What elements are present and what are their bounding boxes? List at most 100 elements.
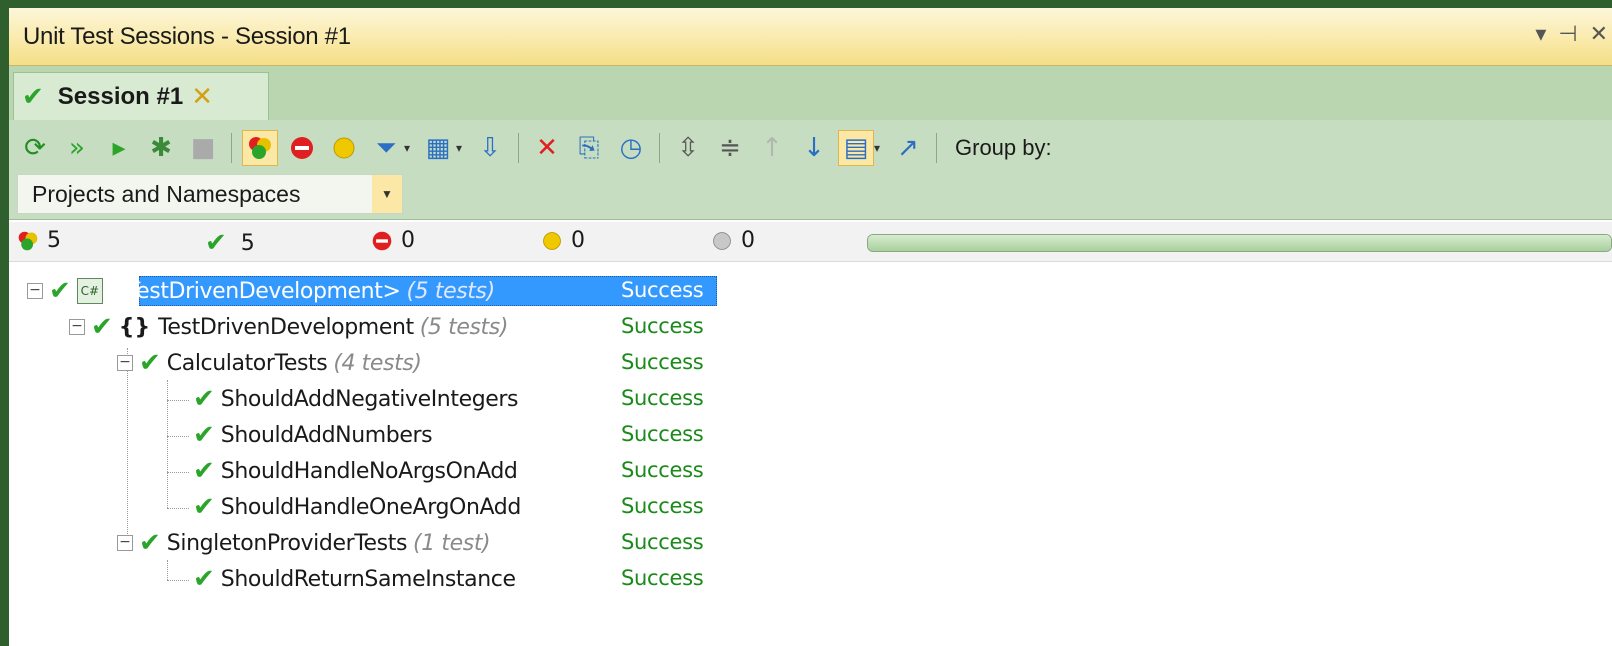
collapse-all-icon[interactable]: ≑ [712, 130, 748, 166]
filter-icon[interactable]: ⏷ [368, 130, 404, 166]
class-status: Success [621, 530, 704, 554]
tree-row-class[interactable]: − ✔ CalculatorTests (4 tests) [117, 346, 422, 380]
test-status: Success [621, 494, 704, 518]
test-name: ShouldHandleOneArgOnAdd [220, 494, 521, 520]
ignored-icon[interactable] [326, 130, 362, 166]
ignored-circle-icon [543, 231, 561, 250]
group-by-value: Projects and Namespaces [32, 180, 301, 207]
unknown-count: 0 [711, 228, 755, 253]
close-icon[interactable]: ✕ [191, 84, 213, 110]
test-name: ShouldAddNumbers [220, 422, 433, 448]
progress-bar [867, 234, 1612, 252]
collapse-toggle-icon[interactable]: − [69, 319, 85, 335]
tab-session-1[interactable]: ✔ Session #1 ✕ [13, 72, 269, 120]
history-icon[interactable]: ◷ [613, 130, 649, 166]
check-icon: ✔ [193, 492, 215, 522]
collapse-toggle-icon[interactable]: − [117, 355, 133, 371]
project-status: Success [621, 278, 704, 302]
next-icon[interactable]: ↓ [796, 130, 832, 166]
check-icon: ✔ [22, 81, 44, 112]
ignored-count: 0 [541, 228, 585, 253]
previous-icon[interactable]: ↑ [754, 130, 790, 166]
check-icon: ✔ [193, 384, 215, 414]
play-icon[interactable]: ▸ [101, 130, 137, 166]
tree-row-project[interactable]: − ✔ C# <TestDrivenDevelopment> (5 tests) [27, 274, 495, 308]
tab-label: Session #1 [57, 82, 184, 110]
toolbar-separator [659, 133, 660, 163]
group-by-select[interactable]: Projects and Namespaces ▼ [17, 174, 403, 214]
debug-icon[interactable]: ✱ [143, 130, 179, 166]
traffic-light-icon [249, 137, 271, 159]
show-all-icon[interactable] [242, 130, 278, 166]
toolbar-buttons: ⟳ » ▸ ✱ ■ ⏷ ▾ ▦ ▾ ⇩ ✕ ⎘ ◷ ⇳ ≑ ↑ ↓ ▤ ▾ ↗ … [17, 128, 1052, 168]
title-bar: Unit Test Sessions - Session #1 ▾ ⊣ ✕ [9, 8, 1612, 66]
stop-icon[interactable]: ■ [185, 130, 221, 166]
check-icon: ✔ [205, 228, 227, 258]
namespace-name: TestDrivenDevelopment [158, 314, 414, 340]
columns-icon[interactable]: ▦ [420, 130, 456, 166]
run-icon[interactable]: » [59, 130, 95, 166]
tree-row-class[interactable]: − ✔ SingletonProviderTests (1 test) [117, 526, 491, 560]
close-window-icon[interactable]: ✕ [1590, 22, 1608, 47]
tree-row-test[interactable]: ✔ ShouldReturnSameInstance [193, 562, 516, 596]
project-name: <TestDrivenDevelopment> [108, 278, 401, 304]
total-count: 5 [17, 228, 61, 253]
auto-scroll-icon[interactable]: ⇩ [472, 130, 508, 166]
collapse-toggle-icon[interactable]: − [27, 283, 43, 299]
chevron-down-icon[interactable]: ▼ [372, 175, 402, 213]
group-by-label: Group by: [955, 135, 1052, 160]
class-status: Success [621, 350, 704, 374]
test-name: ShouldHandleNoArgsOnAdd [220, 458, 518, 484]
failed-icon[interactable] [284, 130, 320, 166]
project-count: (5 tests) [406, 278, 496, 304]
test-name: ShouldReturnSameInstance [220, 566, 516, 592]
chevron-down-icon[interactable]: ▾ [404, 141, 414, 155]
toolbar-separator [231, 133, 232, 163]
chevron-down-icon[interactable]: ▾ [456, 141, 466, 155]
test-name: ShouldAddNegativeIntegers [220, 386, 519, 412]
toolbar-separator [518, 133, 519, 163]
class-name: SingletonProviderTests [166, 530, 408, 556]
tree-row-namespace[interactable]: − ✔ {} TestDrivenDevelopment (5 tests) [69, 310, 508, 344]
run-all-icon[interactable]: ⟳ [17, 130, 53, 166]
csharp-project-icon: C# [76, 278, 103, 304]
tree-row-test[interactable]: ✔ ShouldAddNegativeIntegers [193, 382, 519, 416]
progress-fill [868, 235, 1611, 251]
tree-row-test[interactable]: ✔ ShouldHandleNoArgsOnAdd [193, 454, 518, 488]
failed-circle-icon [372, 231, 392, 250]
check-icon: ✔ [193, 456, 215, 486]
check-icon: ✔ [193, 420, 215, 450]
export-icon[interactable]: ⎘ [571, 130, 607, 166]
namespace-status: Success [621, 314, 704, 338]
namespace-count: (5 tests) [419, 314, 509, 340]
layout-icon[interactable]: ▤ [838, 130, 874, 166]
expand-all-icon[interactable]: ⇳ [670, 130, 706, 166]
unit-test-sessions-window: Unit Test Sessions - Session #1 ▾ ⊣ ✕ ✔ … [0, 0, 1612, 646]
test-status: Success [621, 422, 704, 446]
tree-row-test[interactable]: ✔ ShouldAddNumbers [193, 418, 433, 452]
dropdown-arrow-icon[interactable]: ▾ [1535, 22, 1546, 47]
session-tab-strip: ✔ Session #1 ✕ [9, 66, 1612, 120]
window-controls: ▾ ⊣ ✕ [1535, 22, 1608, 47]
remove-icon[interactable]: ✕ [529, 130, 565, 166]
chevron-down-icon[interactable]: ▾ [874, 141, 884, 155]
check-icon: ✔ [139, 528, 161, 558]
check-icon: ✔ [139, 348, 161, 378]
class-count: (4 tests) [333, 350, 422, 376]
pin-icon[interactable]: ⊣ [1558, 22, 1577, 47]
failed-circle-icon [291, 137, 313, 159]
summary-bar: 5 ✔ 5 0 0 0 [9, 222, 1612, 262]
tree-line [167, 508, 189, 509]
check-icon: ✔ [193, 564, 215, 594]
collapse-toggle-icon[interactable]: − [117, 535, 133, 551]
navigate-icon[interactable]: ↗ [890, 130, 926, 166]
check-icon: ✔ [49, 276, 71, 306]
tree-line [167, 560, 168, 580]
namespace-icon: {} [118, 314, 151, 340]
window-title: Unit Test Sessions - Session #1 [23, 22, 351, 50]
toolbar-separator [936, 133, 937, 163]
toolbar: ⟳ » ▸ ✱ ■ ⏷ ▾ ▦ ▾ ⇩ ✕ ⎘ ◷ ⇳ ≑ ↑ ↓ ▤ ▾ ↗ … [9, 120, 1612, 220]
tree-row-test[interactable]: ✔ ShouldHandleOneArgOnAdd [193, 490, 521, 524]
failed-count: 0 [371, 228, 415, 253]
class-count: (1 test) [413, 530, 491, 556]
